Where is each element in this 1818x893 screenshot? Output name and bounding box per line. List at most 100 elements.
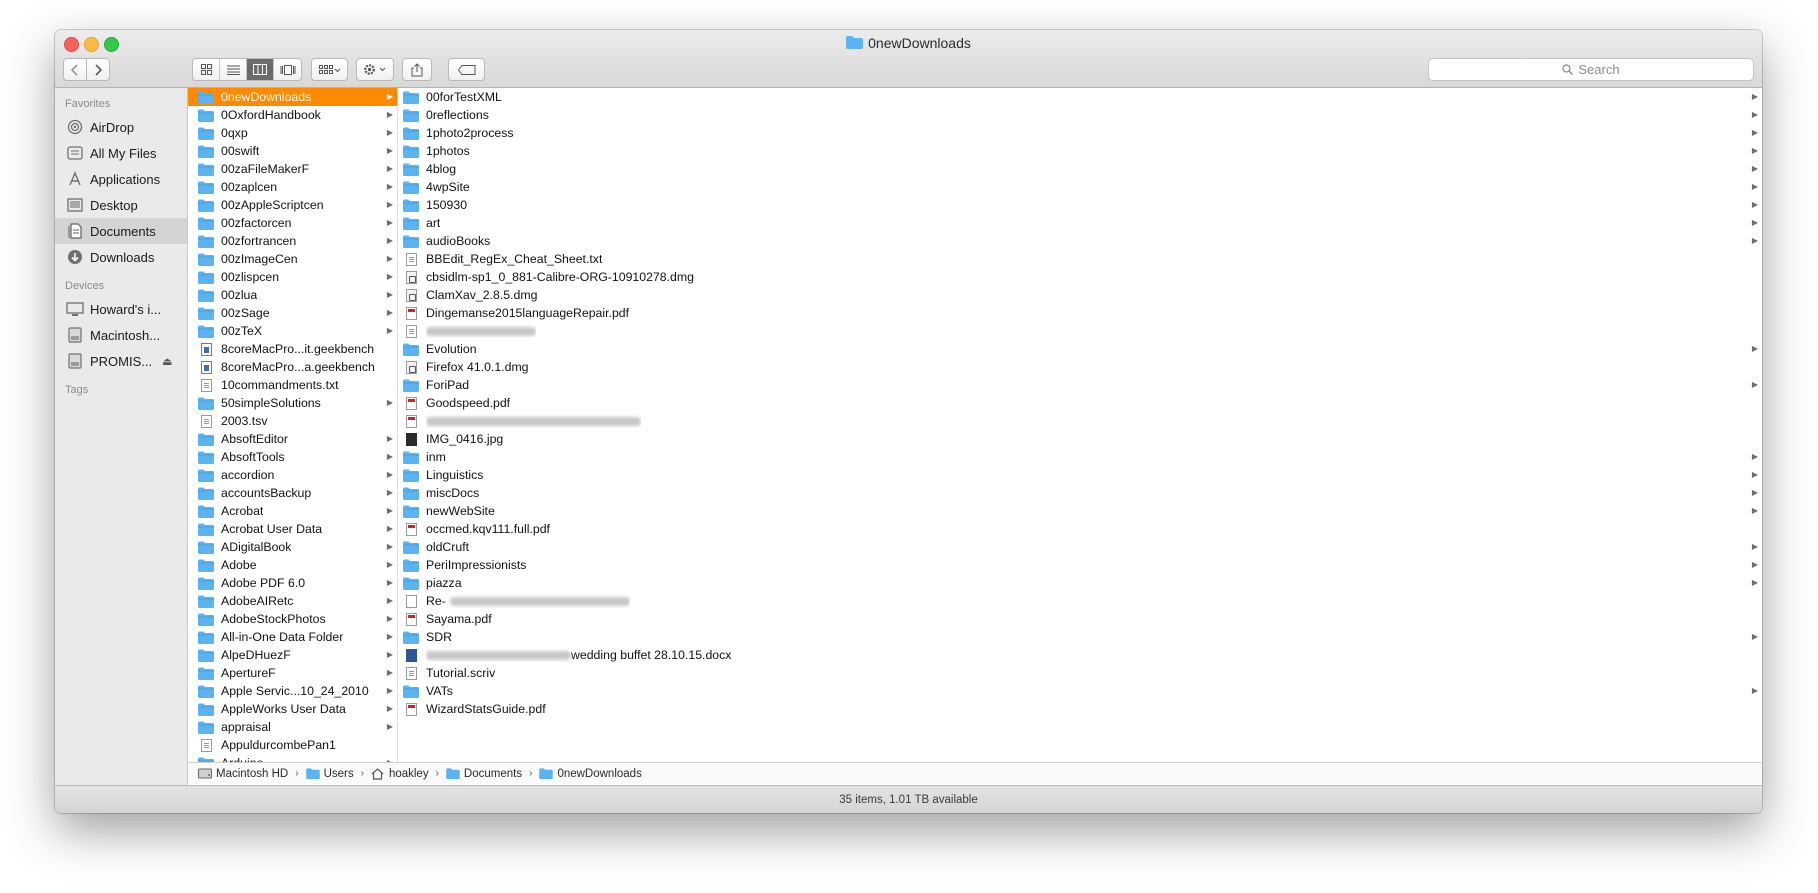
folder-row[interactable]: 1photos ▶ (398, 142, 1762, 160)
folder-row[interactable]: accountsBackup ▶ (188, 484, 397, 502)
file-row[interactable]: Sayama.pdf (398, 610, 1762, 628)
file-row[interactable]: Firefox 41.0.1.dmg (398, 358, 1762, 376)
folder-row[interactable]: miscDocs ▶ (398, 484, 1762, 502)
folder-row[interactable]: AdobeAIRetc ▶ (188, 592, 397, 610)
file-row[interactable]: wedding buffet 28.10.15.docx (398, 646, 1762, 664)
browser-column-2[interactable]: 00forTestXML ▶ 0reflections ▶ 1photo2process… (398, 88, 1762, 762)
path-item[interactable]: Macintosh HD (198, 768, 288, 780)
folder-row[interactable]: 00zImageCen ▶ (188, 250, 397, 268)
folder-row[interactable]: audioBooks ▶ (398, 232, 1762, 250)
folder-row[interactable]: 4blog ▶ (398, 160, 1762, 178)
path-item[interactable]: hoakley (371, 768, 429, 780)
sidebar-item-promis[interactable]: PROMIS... ⏏ (55, 348, 187, 374)
sidebar-item-howard-s-i[interactable]: Howard's i... (55, 296, 187, 322)
share-button[interactable] (402, 58, 432, 81)
folder-row[interactable]: 00zlua ▶ (188, 286, 397, 304)
folder-row[interactable]: 00zTeX ▶ (188, 322, 397, 340)
file-row[interactable]: WizardStatsGuide.pdf (398, 700, 1762, 718)
browser-column-1[interactable]: 0newDownloads ▶ 0OxfordHandbook ▶ 0qxp ▶ 00swi… (188, 88, 398, 762)
file-row[interactable] (398, 412, 1762, 430)
list-view-button[interactable] (220, 59, 247, 80)
folder-row[interactable]: 4wpSite ▶ (398, 178, 1762, 196)
folder-row[interactable]: 00zfortrancen ▶ (188, 232, 397, 250)
folder-row[interactable]: Evolution ▶ (398, 340, 1762, 358)
folder-row[interactable]: piazza ▶ (398, 574, 1762, 592)
file-row[interactable]: AppuldurcombePan1 (188, 736, 397, 754)
file-row[interactable]: Dingemanse2015languageRepair.pdf (398, 304, 1762, 322)
folder-row[interactable]: All-in-One Data Folder ▶ (188, 628, 397, 646)
folder-row[interactable]: AlpeDHuezF ▶ (188, 646, 397, 664)
folder-row[interactable]: Acrobat User Data ▶ (188, 520, 397, 538)
folder-row[interactable]: 00zaFileMakerF ▶ (188, 160, 397, 178)
cover-flow-button[interactable] (274, 59, 301, 80)
folder-row[interactable]: Arduino▶ (188, 754, 397, 762)
folder-row[interactable]: Linguistics ▶ (398, 466, 1762, 484)
sidebar-item-macintosh[interactable]: Macintosh... (55, 322, 187, 348)
folder-row[interactable]: 00zaplcen ▶ (188, 178, 397, 196)
folder-row[interactable]: art ▶ (398, 214, 1762, 232)
back-button[interactable] (63, 58, 87, 81)
file-row[interactable]: Goodspeed.pdf (398, 394, 1762, 412)
sidebar-item-downloads[interactable]: Downloads (55, 244, 187, 270)
file-row[interactable]: 8coreMacPro...a.geekbench (188, 358, 397, 376)
folder-row[interactable]: 0newDownloads ▶ (188, 88, 397, 106)
file-row[interactable] (398, 322, 1762, 340)
arrange-button[interactable] (311, 58, 348, 81)
file-row[interactable]: occmed.kqv111.full.pdf (398, 520, 1762, 538)
sidebar-item-documents[interactable]: Documents (55, 218, 187, 244)
folder-row[interactable]: ForiPad ▶ (398, 376, 1762, 394)
column-view-button[interactable] (247, 59, 274, 80)
action-button[interactable] (356, 58, 394, 81)
folder-row[interactable]: Adobe ▶ (188, 556, 397, 574)
folder-row[interactable]: ADigitalBook ▶ (188, 538, 397, 556)
folder-row[interactable]: 1photo2process ▶ (398, 124, 1762, 142)
path-item[interactable]: 0newDownloads (539, 768, 642, 780)
folder-row[interactable]: Adobe PDF 6.0 ▶ (188, 574, 397, 592)
folder-row[interactable]: oldCruft ▶ (398, 538, 1762, 556)
sidebar-item-all-my-files[interactable]: All My Files (55, 140, 187, 166)
folder-row[interactable]: AbsoftTools ▶ (188, 448, 397, 466)
icon-view-button[interactable] (193, 59, 220, 80)
folder-row[interactable]: 00forTestXML ▶ (398, 88, 1762, 106)
folder-row[interactable]: AppleWorks User Data ▶ (188, 700, 397, 718)
tag-button[interactable] (448, 58, 485, 81)
file-row[interactable]: ClamXav_2.8.5.dmg (398, 286, 1762, 304)
path-item[interactable]: Users (305, 768, 354, 780)
folder-row[interactable]: accordion ▶ (188, 466, 397, 484)
folder-row[interactable]: 0qxp ▶ (188, 124, 397, 142)
folder-row[interactable]: SDR ▶ (398, 628, 1762, 646)
sidebar-item-airdrop[interactable]: AirDrop (55, 114, 187, 140)
folder-row[interactable]: 00zSage ▶ (188, 304, 397, 322)
folder-row[interactable]: PeriImpressionists ▶ (398, 556, 1762, 574)
forward-button[interactable] (86, 58, 110, 81)
folder-row[interactable]: VATs ▶ (398, 682, 1762, 700)
sidebar-item-desktop[interactable]: Desktop (55, 192, 187, 218)
folder-row[interactable]: 0reflections ▶ (398, 106, 1762, 124)
search-field[interactable]: Search (1428, 58, 1754, 81)
file-row[interactable]: Re- (398, 592, 1762, 610)
folder-row[interactable]: 0OxfordHandbook ▶ (188, 106, 397, 124)
folder-row[interactable]: 150930 ▶ (398, 196, 1762, 214)
eject-icon[interactable]: ⏏ (162, 355, 172, 368)
folder-row[interactable]: appraisal ▶ (188, 718, 397, 736)
file-row[interactable]: Tutorial.scriv (398, 664, 1762, 682)
folder-row[interactable]: 00zlispcen ▶ (188, 268, 397, 286)
folder-row[interactable]: 50simpleSolutions ▶ (188, 394, 397, 412)
file-row[interactable]: 2003.tsv (188, 412, 397, 430)
sidebar-item-applications[interactable]: Applications (55, 166, 187, 192)
file-row[interactable]: BBEdit_RegEx_Cheat_Sheet.txt (398, 250, 1762, 268)
file-row[interactable]: cbsidlm-sp1_0_881-Calibre-ORG-10910278.d… (398, 268, 1762, 286)
folder-row[interactable]: AdobeStockPhotos ▶ (188, 610, 397, 628)
view-mode-control[interactable] (192, 58, 302, 81)
folder-row[interactable]: 00zAppleScriptcen ▶ (188, 196, 397, 214)
folder-row[interactable]: 00zfactorcen ▶ (188, 214, 397, 232)
file-row[interactable]: 8coreMacPro...it.geekbench (188, 340, 397, 358)
folder-row[interactable]: inm ▶ (398, 448, 1762, 466)
folder-row[interactable]: Apple Servic...10_24_2010 ▶ (188, 682, 397, 700)
folder-row[interactable]: AbsoftEditor ▶ (188, 430, 397, 448)
file-row[interactable]: 10commandments.txt (188, 376, 397, 394)
folder-row[interactable]: newWebSite ▶ (398, 502, 1762, 520)
folder-row[interactable]: ApertureF ▶ (188, 664, 397, 682)
folder-row[interactable]: Acrobat ▶ (188, 502, 397, 520)
file-row[interactable]: IMG_0416.jpg (398, 430, 1762, 448)
